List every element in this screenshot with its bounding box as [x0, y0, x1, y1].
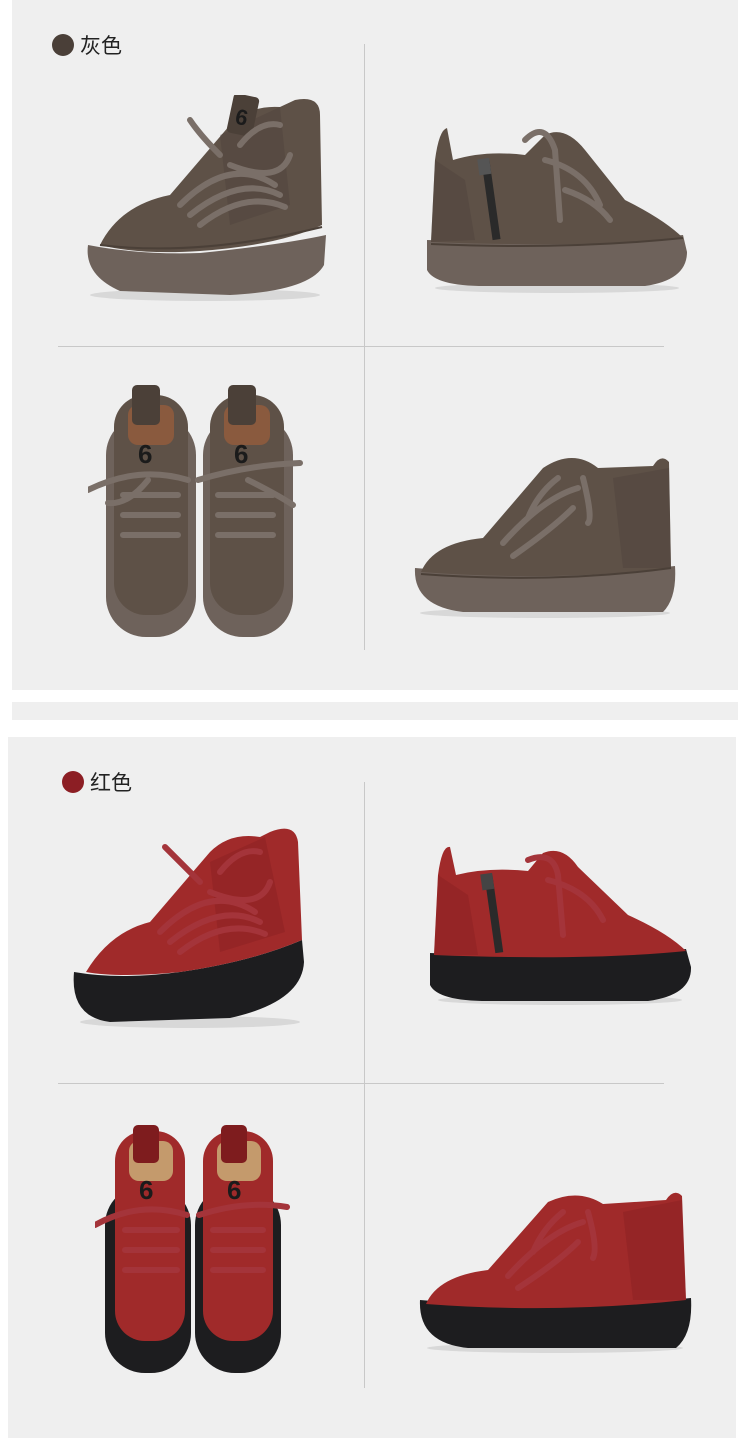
- gray-swatch-dot: [52, 34, 74, 56]
- gray-shoe-angle-view: 6: [80, 95, 330, 305]
- svg-text:6: 6: [139, 1175, 153, 1205]
- gray-shoe-inner-side-view: [413, 448, 678, 618]
- red-shoe-top-view-pair: 6 6: [95, 1125, 290, 1375]
- svg-text:6: 6: [234, 439, 248, 469]
- color-option-gray: 灰色: [52, 30, 122, 60]
- svg-text:6: 6: [138, 439, 152, 469]
- red-shoe-side-view: [428, 845, 693, 1005]
- section-divider-strip: [12, 702, 738, 720]
- red-color-label: 红色: [90, 772, 132, 795]
- svg-text:6: 6: [227, 1175, 241, 1205]
- gray-color-label: 灰色: [80, 35, 122, 58]
- gray-shoe-side-view: [425, 120, 690, 295]
- red-shoe-inner-side-view: [418, 1188, 693, 1353]
- gray-shoe-top-view-pair: 6 6: [88, 385, 303, 640]
- red-grid-vertical-line: [364, 782, 365, 1388]
- gray-grid-horizontal-line: [58, 346, 664, 347]
- red-grid-horizontal-line: [58, 1083, 664, 1084]
- gray-grid-vertical-line: [364, 44, 365, 650]
- red-swatch-dot: [62, 771, 84, 793]
- red-shoe-angle-view: [70, 822, 310, 1032]
- color-option-red: 红色: [62, 767, 132, 797]
